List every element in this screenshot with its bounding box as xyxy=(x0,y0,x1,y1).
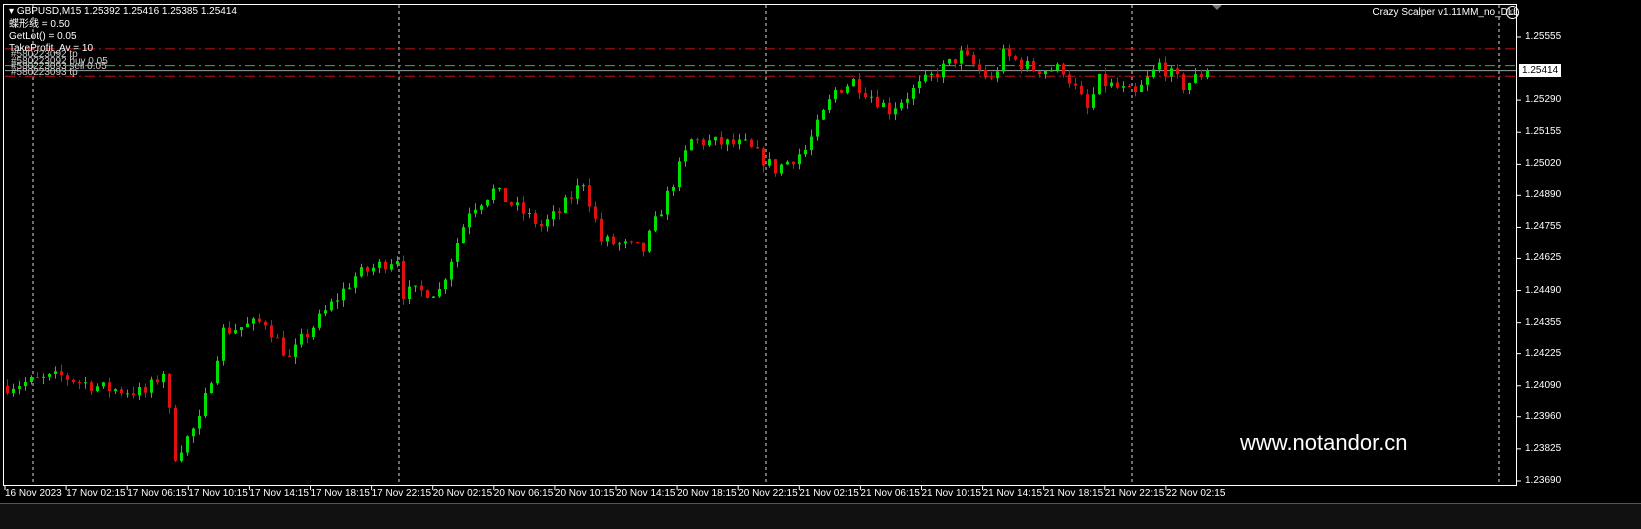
symbol-ohlc: GBPUSD,M15 1.25392 1.25416 1.25385 1.254… xyxy=(16,6,237,17)
y-tick-label: 1.25555 xyxy=(1525,31,1562,42)
y-tick-label: 1.25155 xyxy=(1525,126,1562,138)
y-tick-label: 1.25020 xyxy=(1525,158,1562,170)
x-tick-label: 16 Nov 2023 xyxy=(5,488,62,499)
smiley-icon[interactable]: ☺ xyxy=(1506,6,1519,19)
order-label: #580223093 tp xyxy=(11,67,78,78)
y-tick-label: 1.24755 xyxy=(1525,221,1562,233)
x-tick-label: 20 Nov 02:15 xyxy=(432,488,493,499)
x-tick-label: 20 Nov 18:15 xyxy=(677,488,737,499)
x-tick-label: 21 Nov 14:15 xyxy=(982,488,1043,499)
x-tick-label: 21 Nov 22:15 xyxy=(1104,488,1165,499)
y-tick-label: 1.24490 xyxy=(1525,284,1562,296)
y-tick-label: 1.24890 xyxy=(1525,189,1562,201)
chart-window[interactable]: ▾ GBPUSD,M15 1.25392 1.25416 1.25385 1.2… xyxy=(0,0,1641,529)
symbol-info[interactable]: ▾ GBPUSD,M15 1.25392 1.25416 1.25385 1.2… xyxy=(9,6,237,18)
y-tick-label: 1.23825 xyxy=(1525,442,1562,454)
y-tick-label: 1.24625 xyxy=(1525,252,1562,264)
chart-frame xyxy=(3,4,1517,486)
y-tick-label: 1.25290 xyxy=(1525,94,1562,106)
y-tick-label: 1.24090 xyxy=(1525,379,1562,391)
x-tick-label: 21 Nov 02:15 xyxy=(799,488,859,499)
watermark: www.notandor.cn xyxy=(1240,430,1408,455)
status-bar xyxy=(0,503,1641,529)
y-tick-label: 1.23690 xyxy=(1525,475,1562,486)
x-tick-label: 21 Nov 18:15 xyxy=(1043,488,1104,499)
x-tick-label: 20 Nov 22:15 xyxy=(738,488,798,499)
x-tick-label: 17 Nov 14:15 xyxy=(249,488,309,499)
info-line: 蝶形线 = 0.50 xyxy=(9,19,70,30)
info-line: GetLot() = 0.05 xyxy=(9,31,77,42)
current-price-label: 1.25414 xyxy=(1519,64,1562,77)
x-tick-label: 17 Nov 06:15 xyxy=(127,488,187,499)
x-tick-label: 17 Nov 18:15 xyxy=(310,488,371,499)
y-tick-label: 1.23960 xyxy=(1525,410,1562,422)
x-tick-label: 21 Nov 06:15 xyxy=(860,488,920,499)
x-tick-label: 20 Nov 10:15 xyxy=(554,488,615,499)
y-tick-label: 1.24355 xyxy=(1525,316,1562,328)
x-tick-label: 22 Nov 02:15 xyxy=(1165,488,1226,499)
x-tick-label: 20 Nov 14:15 xyxy=(616,488,676,499)
x-tick-label: 17 Nov 22:15 xyxy=(371,488,432,499)
x-tick-label: 21 Nov 10:15 xyxy=(921,488,982,499)
expert-name: Crazy Scalper v1.11MM_no_DLL xyxy=(1372,7,1519,18)
x-tick-label: 20 Nov 06:15 xyxy=(493,488,554,499)
x-tick-label: 17 Nov 10:15 xyxy=(188,488,248,499)
y-tick-label: 1.24225 xyxy=(1525,347,1562,359)
x-tick-label: 17 Nov 02:15 xyxy=(66,488,126,499)
